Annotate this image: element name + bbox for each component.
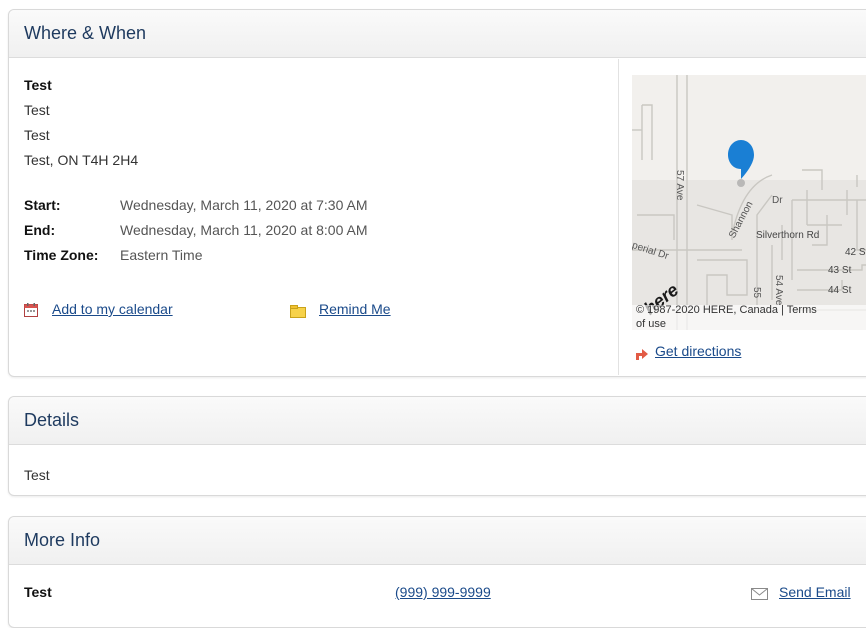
where-when-header: Where & When: [9, 10, 866, 58]
map-street-42-st: 42 St: [845, 247, 866, 258]
start-label: Start:: [24, 197, 61, 213]
contact-phone-link[interactable]: (999) 999-9999: [395, 584, 491, 600]
send-email-link[interactable]: Send Email: [779, 584, 851, 600]
details-header: Details: [9, 397, 866, 445]
get-directions-link[interactable]: Get directions: [655, 343, 741, 359]
map-street-dr: Dr: [772, 195, 783, 206]
directions-icon[interactable]: [633, 347, 649, 364]
where-when-title: Where & When: [24, 23, 147, 43]
end-label: End:: [24, 222, 56, 238]
map-street-55: 55: [751, 287, 762, 299]
contact-name: Test: [24, 584, 52, 600]
details-body: Test: [24, 467, 50, 483]
map-attribution[interactable]: © 1987-2020 HERE, Canada | Terms: [636, 304, 817, 316]
map-attribution-cont[interactable]: of use: [636, 318, 666, 330]
add-to-calendar-link[interactable]: Add to my calendar: [52, 301, 173, 317]
timezone-label: Time Zone:: [24, 247, 99, 263]
bell-icon[interactable]: [290, 304, 306, 321]
address-line-1: Test: [24, 102, 50, 118]
calendar-icon[interactable]: [24, 303, 38, 320]
more-info-panel: More Info Test (999) 999-9999 Send Email: [8, 516, 866, 628]
where-when-panel: Where & When Test Test Test Test, ON T4H…: [8, 9, 866, 377]
panel-divider: [618, 59, 619, 375]
details-panel: Details Test: [8, 396, 866, 496]
map-street-44-st: 44 St: [828, 285, 852, 296]
details-title: Details: [24, 410, 80, 430]
map-street-silverthorn: Silverthorn Rd: [756, 230, 820, 241]
location-map[interactable]: 57 Ave Dr Shannon Silverthorn Rd 42 St 4…: [632, 75, 866, 330]
address-line-2: Test: [24, 127, 50, 143]
more-info-header: More Info: [9, 517, 866, 565]
map-street-54-ave: 54 Ave: [773, 275, 784, 306]
remind-me-link[interactable]: Remind Me: [319, 301, 391, 317]
start-value: Wednesday, March 11, 2020 at 7:30 AM: [120, 197, 368, 213]
map-street-57-ave: 57 Ave: [674, 170, 685, 201]
more-info-title: More Info: [24, 530, 101, 550]
timezone-value: Eastern Time: [120, 247, 203, 263]
map-street-43-st: 43 St: [828, 265, 852, 276]
location-name: Test: [24, 77, 52, 93]
end-value: Wednesday, March 11, 2020 at 8:00 AM: [120, 222, 368, 238]
address-city-line: Test, ON T4H 2H4: [24, 152, 139, 168]
envelope-icon[interactable]: [751, 587, 768, 603]
